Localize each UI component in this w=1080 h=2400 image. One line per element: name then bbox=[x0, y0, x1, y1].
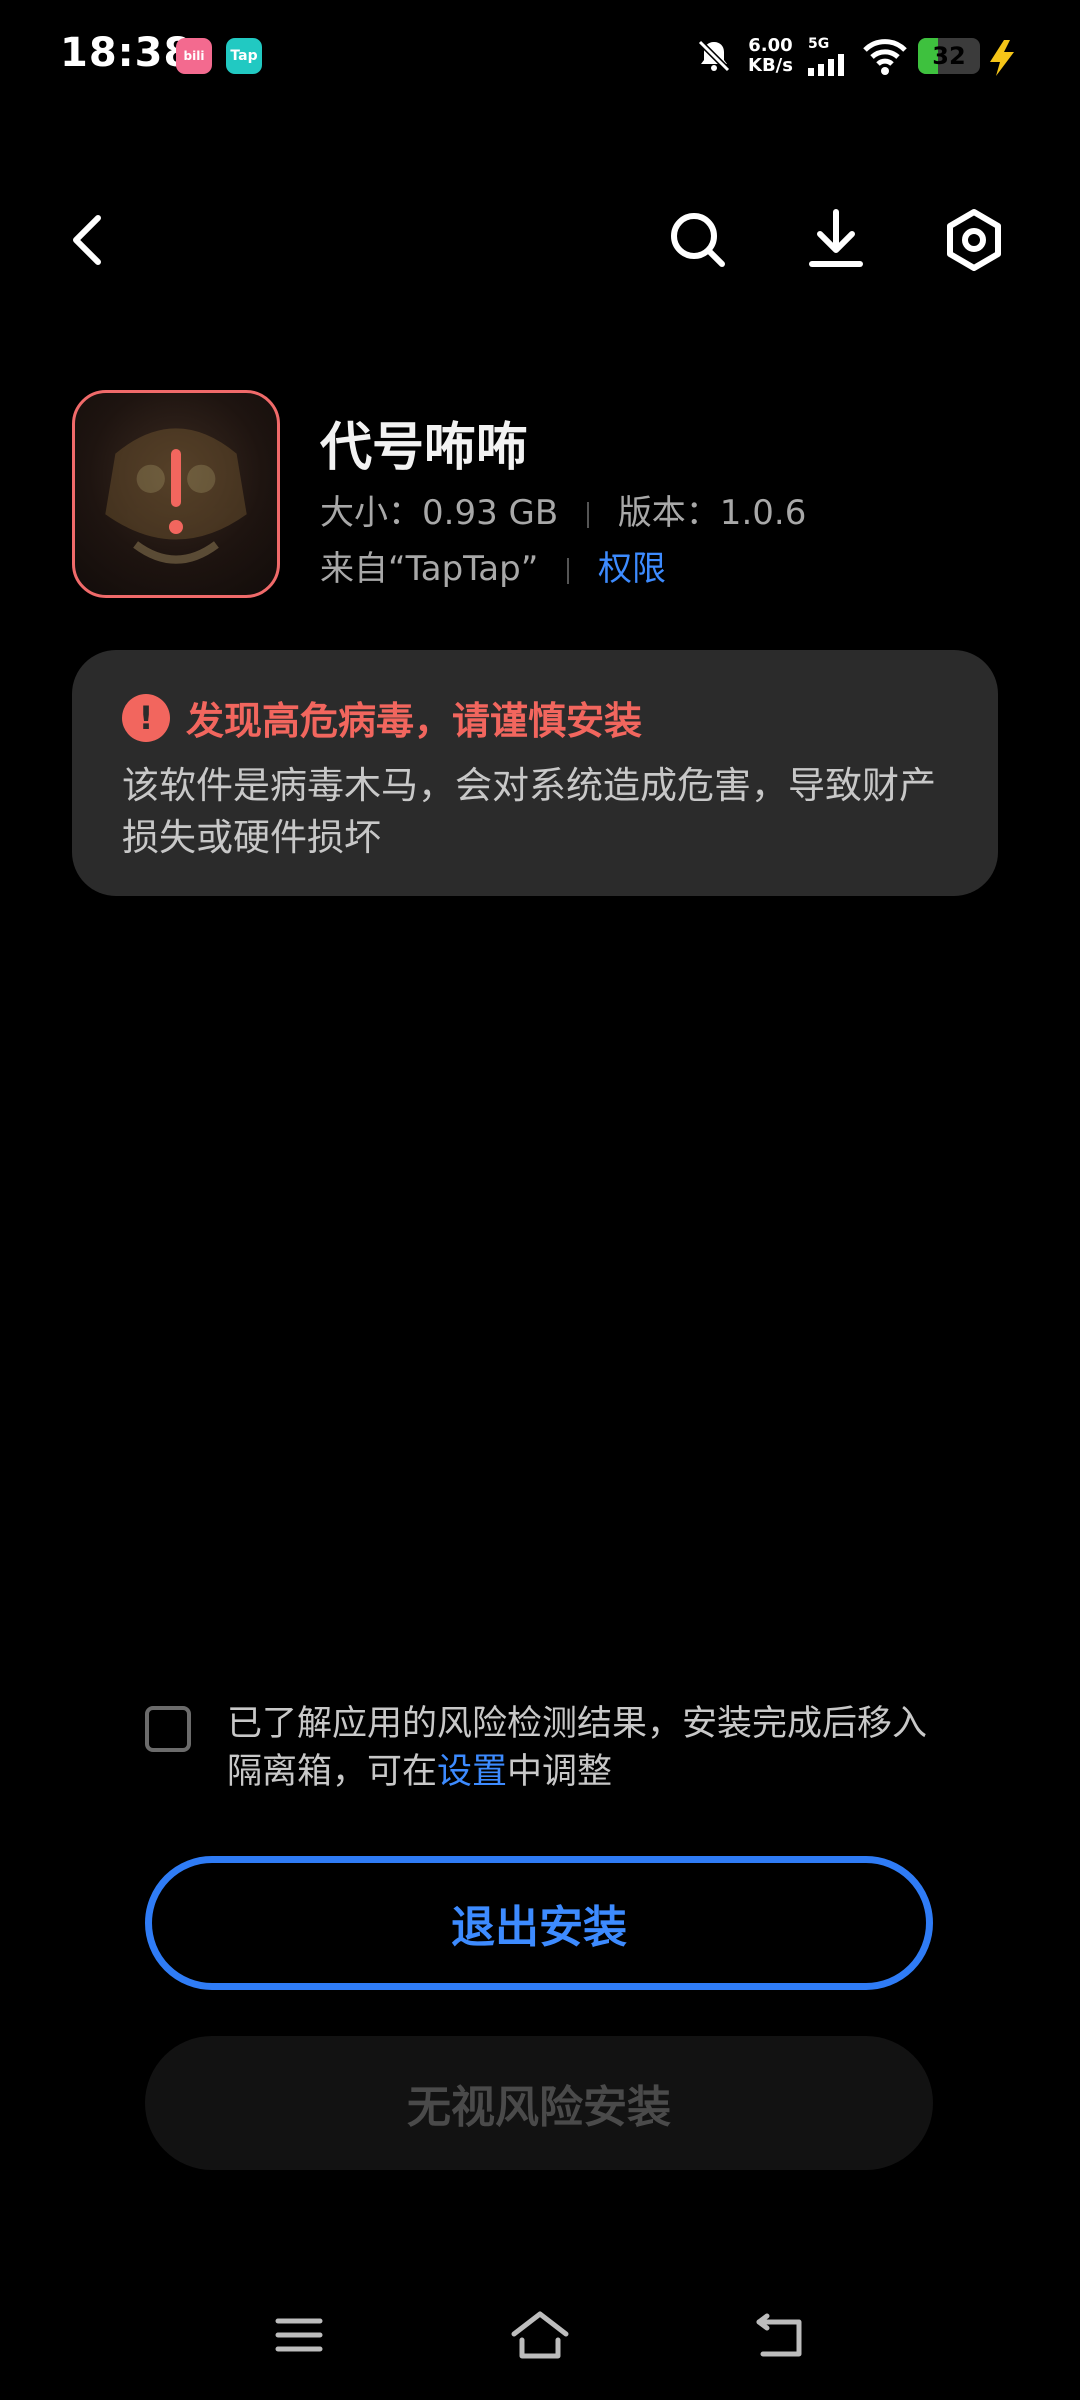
mute-bell-icon bbox=[697, 39, 731, 73]
back-nav-button[interactable] bbox=[736, 2290, 826, 2380]
status-bar: 18:38 bili Tap 6.00 KB/s 5G 32 bbox=[0, 0, 1080, 115]
back-icon bbox=[756, 2313, 802, 2357]
navigation-bar bbox=[0, 2290, 1080, 2380]
settings-link[interactable]: 设置 bbox=[437, 1752, 507, 1792]
home-button[interactable] bbox=[495, 2290, 585, 2380]
app-size: 大小：0.93 GB bbox=[320, 493, 559, 533]
app-icon bbox=[72, 390, 280, 598]
app-source: 来自“TapTap” bbox=[320, 549, 539, 589]
battery-indicator: 32 bbox=[918, 38, 980, 74]
download-icon bbox=[809, 209, 863, 267]
app-version: 版本：1.0.6 bbox=[617, 493, 807, 533]
virus-warning-card: ! 发现高危病毒，请谨慎安装 该软件是病毒木马，会对系统造成危害，导致财产损失或… bbox=[72, 650, 998, 896]
app-meta-size-version: 大小：0.93 GB 版本：1.0.6 bbox=[320, 485, 806, 534]
warning-title: 发现高危病毒，请谨慎安装 bbox=[186, 699, 643, 743]
ignore-risk-install-button[interactable]: 无视风险安装 bbox=[145, 2036, 933, 2170]
menu-button[interactable] bbox=[254, 2290, 344, 2380]
network-type: 5G bbox=[808, 36, 830, 52]
settings-icon bbox=[947, 209, 1001, 271]
app-meta-source: 来自“TapTap” 权限 bbox=[320, 541, 666, 590]
taptap-app-icon: Tap bbox=[226, 38, 262, 74]
consent-checkbox[interactable] bbox=[145, 1706, 191, 1752]
search-icon bbox=[671, 213, 725, 267]
bilibili-app-icon: bili bbox=[176, 38, 212, 74]
home-icon bbox=[511, 2311, 569, 2359]
danger-exclamation-icon bbox=[169, 449, 183, 534]
wifi-icon bbox=[863, 39, 907, 75]
settings-button[interactable] bbox=[934, 200, 1014, 280]
chevron-left-icon bbox=[73, 215, 101, 265]
charging-icon bbox=[990, 40, 1014, 76]
network-speed: 6.00 KB/s bbox=[748, 35, 793, 76]
warning-icon: ! bbox=[122, 693, 170, 742]
status-time: 18:38 bbox=[60, 30, 193, 76]
consent-text: 已了解应用的风险检测结果，安装完成后移入隔离箱，可在设置中调整 bbox=[227, 1704, 928, 1792]
search-button[interactable] bbox=[658, 200, 738, 280]
signal-icon bbox=[808, 54, 844, 76]
menu-icon bbox=[275, 2318, 323, 2352]
permissions-link[interactable]: 权限 bbox=[598, 549, 666, 589]
download-button[interactable] bbox=[796, 200, 876, 280]
divider bbox=[587, 501, 589, 528]
divider bbox=[567, 557, 570, 584]
back-button[interactable] bbox=[48, 200, 128, 280]
app-name: 代号咘咘 bbox=[320, 418, 529, 478]
exit-install-button[interactable]: 退出安装 bbox=[145, 1856, 933, 1990]
warning-description: 该软件是病毒木马，会对系统造成危害，导致财产损失或硬件损坏 bbox=[122, 764, 936, 859]
